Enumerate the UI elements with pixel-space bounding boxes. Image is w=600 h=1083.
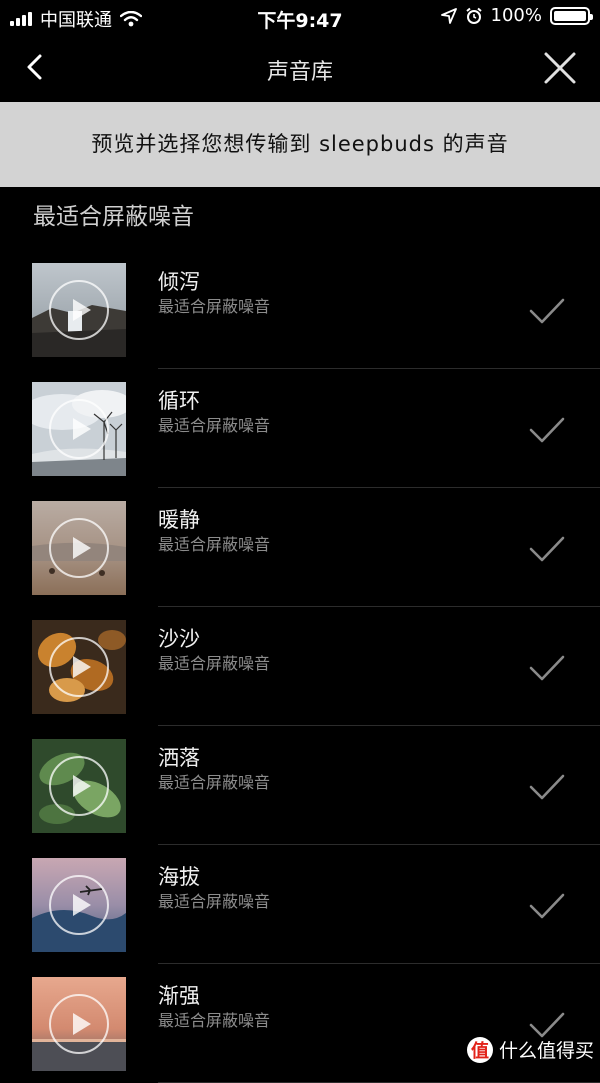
check-icon[interactable] (528, 653, 566, 683)
sound-row[interactable]: 洒落 最适合屏蔽噪音 (0, 726, 600, 845)
sound-row[interactable]: 循环 最适合屏蔽噪音 (0, 369, 600, 488)
sound-row[interactable]: 渐强 最适合屏蔽噪音 (0, 964, 600, 1083)
battery-icon (550, 6, 593, 25)
sound-subtitle: 最适合屏蔽噪音 (158, 535, 271, 554)
sound-name: 暖静 (158, 508, 200, 532)
sound-name: 渐强 (158, 984, 200, 1008)
sound-subtitle: 最适合屏蔽噪音 (158, 297, 271, 316)
check-icon[interactable] (528, 534, 566, 564)
check-icon[interactable] (528, 891, 566, 921)
section-title: 最适合屏蔽噪音 (33, 204, 194, 230)
sound-subtitle: 最适合屏蔽噪音 (158, 773, 271, 792)
status-right: 100% (440, 5, 593, 26)
close-icon[interactable] (542, 50, 578, 86)
location-icon (440, 7, 457, 24)
watermark-text: 什么值得买 (498, 1040, 594, 1062)
sound-name: 沙沙 (158, 627, 200, 651)
sound-subtitle: 最适合屏蔽噪音 (158, 1011, 271, 1030)
sound-subtitle: 最适合屏蔽噪音 (158, 654, 271, 673)
sound-row[interactable]: 暖静 最适合屏蔽噪音 (0, 488, 600, 607)
sound-subtitle: 最适合屏蔽噪音 (158, 416, 271, 435)
sound-row[interactable]: 倾泻 最适合屏蔽噪音 (0, 250, 600, 369)
sound-list: 倾泻 最适合屏蔽噪音 循环 最适合屏蔽噪音 暖静 最适合屏蔽噪音 沙沙 最适合屏… (0, 250, 600, 1083)
sound-name: 海拔 (158, 865, 200, 889)
sound-thumbnail[interactable] (32, 263, 126, 357)
page-title: 声音库 (266, 60, 333, 85)
sound-thumbnail[interactable] (32, 858, 126, 952)
sound-thumbnail[interactable] (32, 620, 126, 714)
sound-thumbnail[interactable] (32, 977, 126, 1071)
sound-name: 倾泻 (158, 270, 200, 294)
info-banner: 预览并选择您想传输到 sleepbuds 的声音 (0, 102, 600, 187)
sound-thumbnail[interactable] (32, 501, 126, 595)
check-icon[interactable] (528, 415, 566, 445)
sound-name: 循环 (158, 389, 200, 413)
sound-row[interactable]: 沙沙 最适合屏蔽噪音 (0, 607, 600, 726)
alarm-icon (465, 7, 482, 24)
sound-row[interactable]: 海拔 最适合屏蔽噪音 (0, 845, 600, 964)
check-icon[interactable] (528, 296, 566, 326)
watermark-logo: 值 (466, 1036, 493, 1063)
sound-subtitle: 最适合屏蔽噪音 (158, 892, 271, 911)
nav-bar: 声音库 (0, 34, 600, 102)
watermark: 值 什么值得买 (466, 1036, 594, 1063)
battery-fill (554, 10, 586, 21)
sound-name: 洒落 (158, 746, 200, 770)
check-icon[interactable] (528, 772, 566, 802)
sound-thumbnail[interactable] (32, 382, 126, 476)
status-bar: 中国联通 下午9:47 100% (0, 0, 600, 34)
battery-percent: 100% (490, 5, 542, 26)
sound-thumbnail[interactable] (32, 739, 126, 833)
